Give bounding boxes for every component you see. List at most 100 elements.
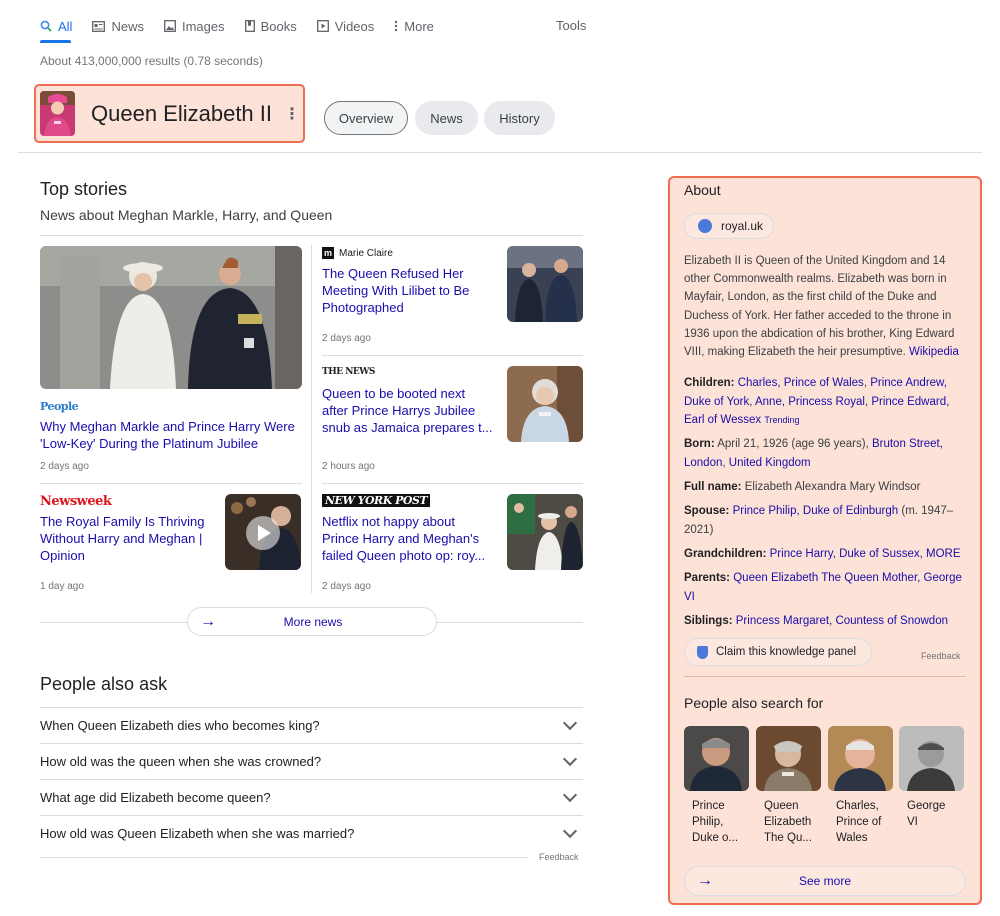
child-link[interactable]: Anne, Princess Royal [755,396,865,408]
kp-feedback-link[interactable]: Feedback [921,651,961,661]
tab-entity-news[interactable]: News [415,101,478,135]
paa-feedback-link[interactable]: Feedback [539,852,579,862]
shield-check-icon [697,645,708,659]
pas-thumbnail[interactable] [899,726,964,791]
tab-overview[interactable]: Overview [324,101,408,135]
top-stories-subheading: News about Meghan Markle, Harry, and Que… [40,207,333,223]
story-source: m Marie Claire [322,247,393,259]
pas-name[interactable]: George VI [907,798,969,830]
story-headline[interactable]: Netflix not happy about Prince Harry and… [322,513,502,564]
arrow-right-icon: → [697,872,713,889]
parent-link[interactable]: Queen Elizabeth The Queen Mother, [733,572,920,584]
tab-news[interactable]: News [92,16,144,36]
fact-label: Siblings: [684,615,733,627]
pas-name[interactable]: Charles, Prince of Wales [836,798,898,846]
tab-history[interactable]: History [484,101,555,135]
arrow-right-icon: → [200,612,216,630]
spouse-link[interactable]: Prince Philip, Duke of Edinburgh [733,505,899,517]
story-divider [322,355,583,356]
fact-label: Spouse: [684,505,730,517]
stories-top-divider [40,235,583,236]
headline-line: Prince Harry and Meghan's [322,531,480,546]
paa-question[interactable]: How old was Queen Elizabeth when she was… [40,815,583,851]
paa-question[interactable]: What age did Elizabeth become queen? [40,779,583,815]
chevron-down-icon [562,823,578,838]
pas-name-line: VI [907,816,918,828]
tab-videos[interactable]: Videos [316,16,375,36]
more-news-button[interactable]: → More news [187,607,437,636]
tab-label: Books [260,18,297,34]
paa-question[interactable]: How old was the queen when she was crown… [40,743,583,779]
tools-button[interactable]: Tools [556,18,586,33]
more-options-icon[interactable]: ⋮ [284,104,300,124]
tab-more[interactable]: More [394,16,434,36]
search-tabs: All News Images Books Videos More [40,16,454,40]
site-chip[interactable]: royal.uk [684,213,774,239]
pas-name-line: Queen [764,800,799,812]
tab-images[interactable]: Images [164,16,225,36]
headline-line: failed Queen photo op: roy... [322,548,486,563]
pas-thumbnail[interactable] [828,726,893,791]
paa-question[interactable]: When Queen Elizabeth dies who becomes ki… [40,707,583,743]
sibling-link[interactable]: Princess Margaret, Countess of Snowdon [736,615,948,627]
header-divider [18,152,982,153]
fact-label: Parents: [684,572,731,584]
fact-siblings: Siblings: Princess Margaret, Countess of… [684,612,968,631]
pas-thumbnail[interactable] [684,726,749,791]
pas-name[interactable]: Prince Philip, Duke o... [692,798,754,846]
story-image[interactable] [507,366,583,442]
pas-heading: People also search for [684,695,824,711]
fact-spouse: Spouse: Prince Philip, Duke of Edinburgh… [684,502,968,539]
question-text: When Queen Elizabeth dies who becomes ki… [40,717,320,733]
fact-grandchildren: Grandchildren: Prince Harry, Duke of Sus… [684,545,968,564]
fact-parents: Parents: Queen Elizabeth The Queen Mothe… [684,569,968,606]
more-vert-icon [395,20,398,32]
story-video-thumbnail[interactable] [225,494,301,570]
story-divider [40,483,302,484]
knowledge-panel: About royal.uk Elizabeth II is Queen of … [668,176,982,905]
stories-column-divider [311,245,312,593]
headline-line: after Prince Harrys Jubilee [322,403,476,418]
ny-post-logo: NEW YORK POST [322,494,431,507]
entity-header[interactable]: Queen Elizabeth II ⋮ [34,84,305,143]
pas-name[interactable]: Queen Elizabeth The Qu... [764,798,826,846]
claim-panel-button[interactable]: Claim this knowledge panel [684,638,872,666]
story-source: THE NEWS [322,367,375,377]
trending-label: Trending [764,415,800,425]
story-age: 2 hours ago [322,461,375,472]
fact-label: Full name: [684,481,742,493]
story-headline[interactable]: The Queen Refused Her Meeting With Lilib… [322,265,502,316]
story-age: 2 days ago [40,461,89,472]
wikipedia-link[interactable]: Wikipedia [909,346,959,358]
marie-claire-logo-icon: m [322,247,334,259]
child-link[interactable]: Charles, Prince of Wales [738,377,864,389]
story-headline[interactable]: The Royal Family Is Thriving Without Har… [40,513,220,564]
fact-children: Children: Charles, Prince of Wales, Prin… [684,377,950,426]
entity-thumbnail[interactable] [40,91,75,136]
story-image[interactable] [507,494,583,570]
story-headline[interactable]: Queen to be booted next after Prince Har… [322,385,502,436]
story-headline[interactable]: Why Meghan Markle and Prince Harry Were … [40,418,306,452]
grandchild-link[interactable]: Prince Harry, Duke of Sussex, [770,548,923,560]
paa-heading: People also ask [40,674,168,694]
tab-label: Videos [334,18,375,34]
newspaper-icon [92,20,106,32]
more-link[interactable]: MORE [926,548,961,560]
pas-thumbnail[interactable] [756,726,821,791]
tab-books[interactable]: Books [244,16,297,36]
born-place-link[interactable]: United Kingdom [729,457,811,469]
question-text: How old was Queen Elizabeth when she was… [40,825,355,841]
headline-line: 'Low-Key' During the Platinum Jubilee [40,436,259,451]
see-more-button[interactable]: → See more [684,866,966,896]
tab-all[interactable]: All [40,16,72,36]
story-source: People [40,400,79,413]
newsweek-logo: Newsweek [40,494,112,509]
story-age: 2 days ago [322,333,371,344]
the-news-logo: THE NEWS [322,367,375,377]
headline-line: Queen to be booted next [322,386,466,401]
story-age: 1 day ago [40,581,84,592]
story-image[interactable] [40,246,302,389]
story-image[interactable] [507,246,583,322]
story-age: 2 days ago [322,581,371,592]
fact-value: Elizabeth Alexandra Mary Windsor [744,481,921,493]
